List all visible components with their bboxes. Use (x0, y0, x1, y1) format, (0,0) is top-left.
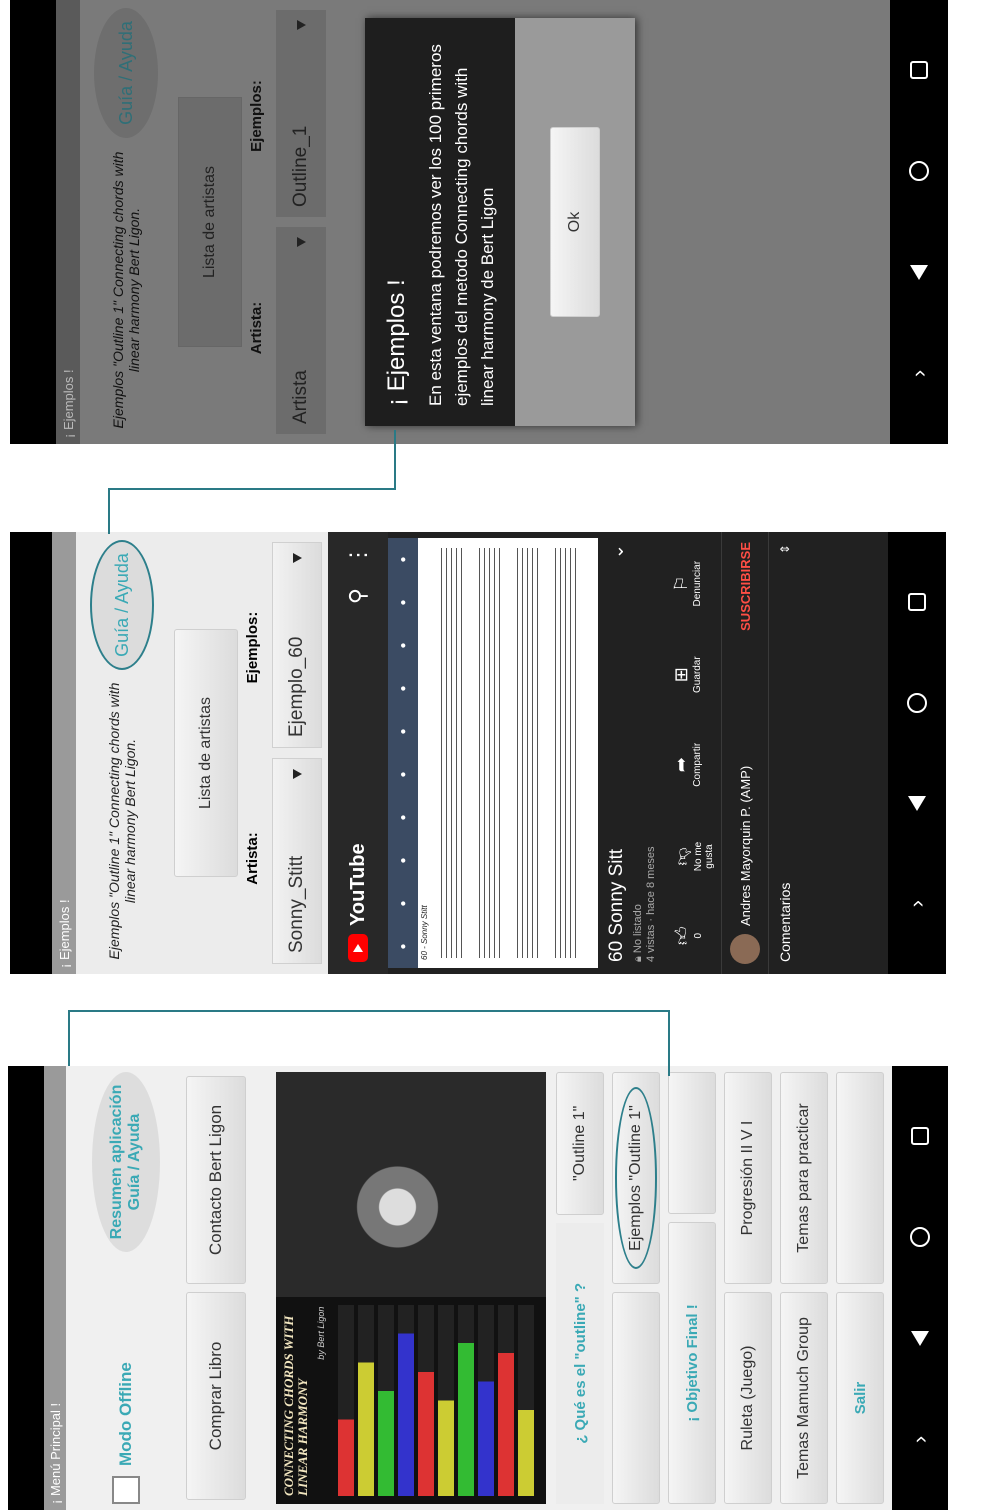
outline1-button[interactable]: "Outline 1" (556, 1072, 604, 1215)
connector-line (68, 1010, 70, 1066)
ruleta-button[interactable]: Ruleta (Juego) (724, 1292, 772, 1504)
connector-line (108, 488, 110, 534)
flag-icon: ⚐ (671, 575, 691, 592)
thumbs-up-icon: 👍︎ (672, 926, 692, 946)
recents-icon[interactable] (902, 587, 932, 617)
back-icon[interactable] (905, 1324, 935, 1354)
progresion-button[interactable]: Progresión II V I (724, 1072, 772, 1284)
offline-label: Modo Offline (116, 1362, 135, 1466)
like-button[interactable]: 👍︎ 0 (671, 926, 715, 945)
connector-line (68, 1010, 670, 1012)
guia-ayuda-button[interactable]: Guía / Ayuda (94, 8, 158, 138)
lista-artistas-button[interactable]: Lista de artistas (174, 628, 238, 878)
resumen-guia-button[interactable]: Resumen aplicación Guía / Ayuda (92, 1072, 160, 1252)
que-es-outline-label: ¿ Qué es el "outline" ? (556, 1222, 604, 1504)
guia-ayuda-button[interactable]: Guía / Ayuda (90, 540, 154, 670)
chevron-right-icon[interactable]: › (904, 359, 934, 389)
dialog: ¡ Ejemplos ! En esta ventana podremos ve… (365, 18, 635, 426)
status-bar (10, 532, 52, 974)
expand-icon[interactable]: ⇕ (778, 544, 792, 554)
nav-bar: › (888, 532, 946, 974)
youtube-player: YouTube ⚲ ⋮ ● ● ● ● ● ● ● ● ● ● 60 - Sonny Stitt (328, 532, 888, 974)
comprar-libro-button[interactable]: Comprar Libro (186, 1292, 246, 1500)
subtitle: Ejemplos "Outline 1" Connecting chords w… (106, 682, 138, 960)
search-icon[interactable]: ⚲ (345, 588, 371, 604)
home-icon[interactable] (904, 157, 934, 187)
unlisted-badge: No listado (632, 904, 644, 954)
lista-artistas-button[interactable]: Lista de artistas (178, 97, 242, 347)
dropdown-caret-icon (296, 237, 306, 247)
artist-spinner[interactable]: Artista (276, 227, 326, 434)
dialog-title: ¡ Ejemplos ! (383, 279, 410, 406)
connector-line (394, 430, 396, 490)
video-title: 60 Sonny Sitt (606, 848, 627, 962)
subscribe-button[interactable]: SUSCRIBIRSE (738, 542, 753, 631)
chevron-down-icon[interactable]: ⌄ (607, 544, 628, 559)
more-icon[interactable]: ⋮ (345, 544, 371, 566)
channel-name[interactable]: Andres Mayorquin P. (AMP) (738, 639, 753, 926)
ejemplos-outline1-button[interactable]: Ejemplos "Outline 1" (612, 1072, 660, 1284)
youtube-logo-text: YouTube (346, 843, 369, 926)
back-icon[interactable] (904, 258, 934, 288)
ejemplos-label: Ejemplos: (248, 80, 265, 152)
phone-ejemplos: ¡ Ejemplos ! Ejemplos "Outline 1" Connec… (10, 532, 946, 974)
book-title: CONNECTING CHORDS WITH LINEAR HARMONY (281, 1315, 310, 1496)
status-bar (8, 1066, 44, 1510)
thumbs-down-icon: 👎︎ (672, 847, 692, 866)
sheet-music-thumbnail[interactable]: ● ● ● ● ● ● ● ● ● ● 60 - Sonny Stitt (388, 538, 598, 968)
page-title: ¡ Ejemplos ! (52, 532, 76, 974)
share-icon: ➦ (671, 757, 691, 773)
phone-dialog: ¡ Ejemplos ! Ejemplos "Outline 1" Connec… (10, 0, 948, 444)
report-button[interactable]: ⚐ Denunciar (671, 561, 715, 607)
video-meta: 4 vistas · hace 8 meses (645, 846, 657, 962)
nav-bar: › (890, 0, 948, 444)
artista-label: Artista: (248, 301, 265, 355)
objetivo-final-label[interactable]: ¡ Objetivo Final ! (668, 1222, 716, 1504)
sheet-title: 60 - Sonny Stitt (420, 905, 429, 960)
recents-icon[interactable] (905, 1122, 935, 1152)
connector-line (108, 488, 396, 490)
back-icon[interactable] (902, 788, 932, 818)
offline-checkbox[interactable] (112, 1476, 140, 1504)
page-title: ¡ Ejemplos ! (56, 0, 80, 444)
dialog-message: En esta ventana podremos ver los 100 pri… (426, 44, 497, 406)
page-title: ¡ Menú Principal ! (44, 1066, 66, 1510)
phone-menu: ¡ Menú Principal ! Modo Offline Resumen … (8, 1066, 948, 1510)
example-spinner[interactable]: Outline_1 (276, 10, 326, 217)
practicar-button[interactable]: Temas para practicar (780, 1072, 828, 1284)
book-cover-image: CONNECTING CHORDS WITH LINEAR HARMONY by… (276, 1072, 546, 1504)
book-author: by Bert Ligon (316, 1306, 326, 1360)
dropdown-caret-icon (292, 553, 302, 563)
unlisted-icon: 🔒︎ (632, 953, 644, 962)
salir-button[interactable]: Salir (836, 1292, 884, 1504)
dropdown-caret-icon (296, 20, 306, 30)
share-button[interactable]: ➦ Compartir (671, 743, 715, 787)
dislike-button[interactable]: 👎︎ No me gusta (671, 837, 715, 877)
dropdown-caret-icon (292, 769, 302, 779)
ejemplos-label: Ejemplos: (244, 611, 261, 684)
contacto-button[interactable]: Contacto Bert Ligon (186, 1076, 246, 1284)
avatar[interactable] (730, 934, 760, 964)
ok-button[interactable]: Ok (550, 127, 600, 317)
home-icon[interactable] (905, 1223, 935, 1253)
artista-label: Artista: (244, 832, 261, 885)
comments-label[interactable]: Comentarios (777, 883, 793, 962)
chevron-right-icon[interactable]: › (902, 889, 932, 919)
connector-line (668, 1010, 670, 1076)
youtube-logo-icon (348, 934, 368, 962)
recents-icon[interactable] (904, 56, 934, 86)
status-bar (10, 0, 56, 444)
home-icon[interactable] (902, 688, 932, 718)
example-spinner[interactable]: Ejemplo_60 (272, 542, 322, 748)
artist-spinner[interactable]: Sonny_Stitt (272, 758, 322, 964)
pianist-photo (276, 1072, 546, 1297)
mamuch-button[interactable]: Temas Mamuch Group (780, 1292, 828, 1504)
subtitle: Ejemplos "Outline 1" Connecting chords w… (110, 151, 142, 429)
save-icon: ⊞ (671, 667, 691, 683)
nav-bar: › (892, 1066, 948, 1510)
save-button[interactable]: ⊞ Guardar (671, 656, 715, 693)
chevron-right-icon[interactable]: › (905, 1425, 935, 1455)
